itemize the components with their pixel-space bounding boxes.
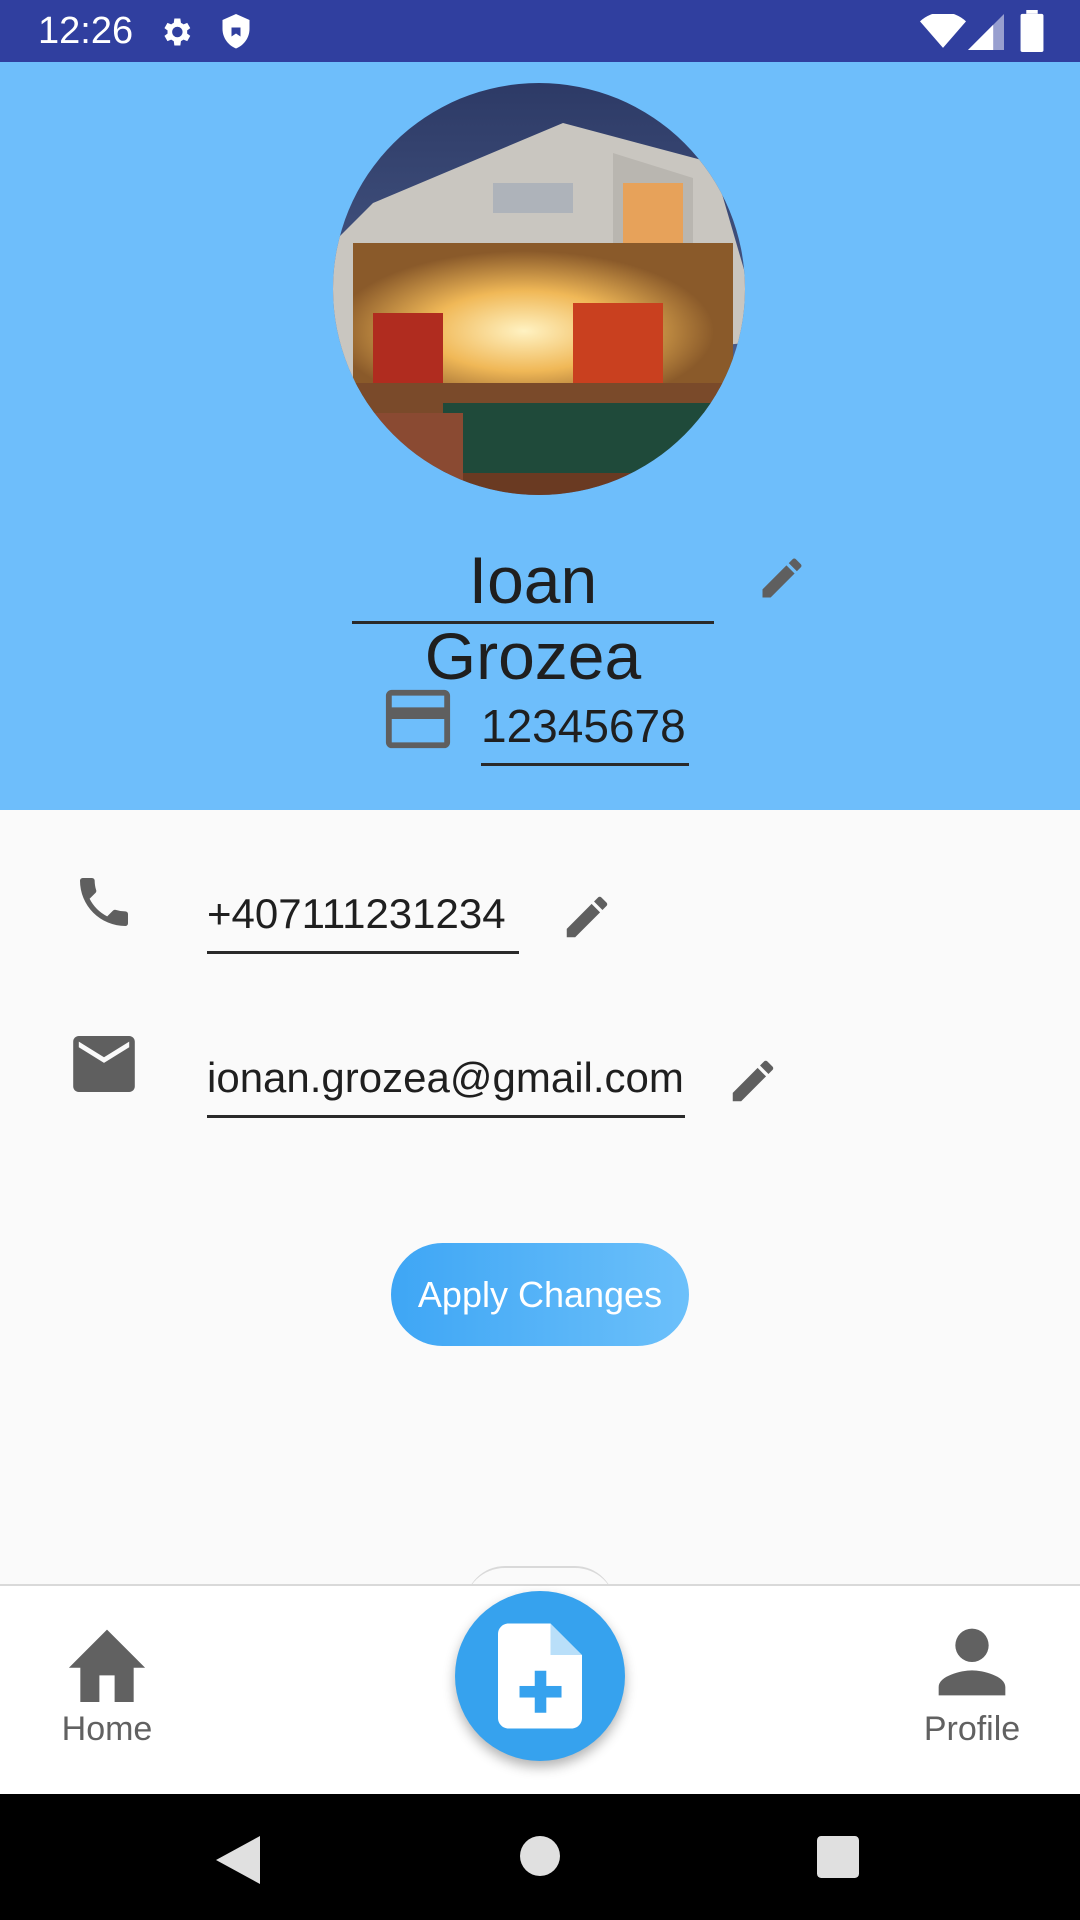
system-nav-bar [0, 1794, 1080, 1920]
add-document-icon [498, 1623, 582, 1729]
battery-icon [1020, 10, 1044, 52]
nav-profile-label: Profile [923, 1710, 1021, 1748]
avatar[interactable] [333, 83, 745, 495]
edit-email-pencil-icon[interactable] [726, 1054, 780, 1108]
shield-icon [222, 14, 250, 49]
home-icon [68, 1629, 146, 1702]
home-circle-icon[interactable] [520, 1836, 560, 1876]
add-document-fab[interactable] [455, 1591, 625, 1761]
credit-card-icon [385, 689, 451, 749]
status-time: 12:26 [38, 10, 134, 52]
back-icon[interactable] [216, 1836, 260, 1884]
apply-changes-button[interactable]: Apply Changes [391, 1243, 689, 1346]
card-number-field[interactable]: 12345678 [481, 694, 689, 766]
house-photo-image [333, 83, 745, 495]
edit-phone-pencil-icon[interactable] [560, 890, 614, 944]
gear-icon [164, 18, 191, 46]
profile-header: Ioan Grozea 12345678 [0, 62, 1080, 810]
phone-icon [80, 878, 128, 926]
email-field[interactable]: ionan.grozea@gmail.com [207, 1046, 685, 1118]
nav-home[interactable]: Home [27, 1622, 187, 1749]
name-field[interactable]: Ioan Grozea [352, 542, 714, 693]
wifi-icon [920, 14, 966, 48]
status-bar: 12:26 [0, 0, 1080, 62]
signal-icon [968, 14, 1004, 50]
nav-profile[interactable]: Profile [892, 1622, 1052, 1749]
mail-icon [73, 1036, 135, 1092]
person-icon [938, 1628, 1006, 1696]
phone-field[interactable]: +407111231234 [207, 882, 519, 954]
recents-icon[interactable] [817, 1836, 859, 1878]
edit-name-pencil-icon[interactable] [756, 552, 808, 604]
nav-home-label: Home [61, 1710, 153, 1748]
